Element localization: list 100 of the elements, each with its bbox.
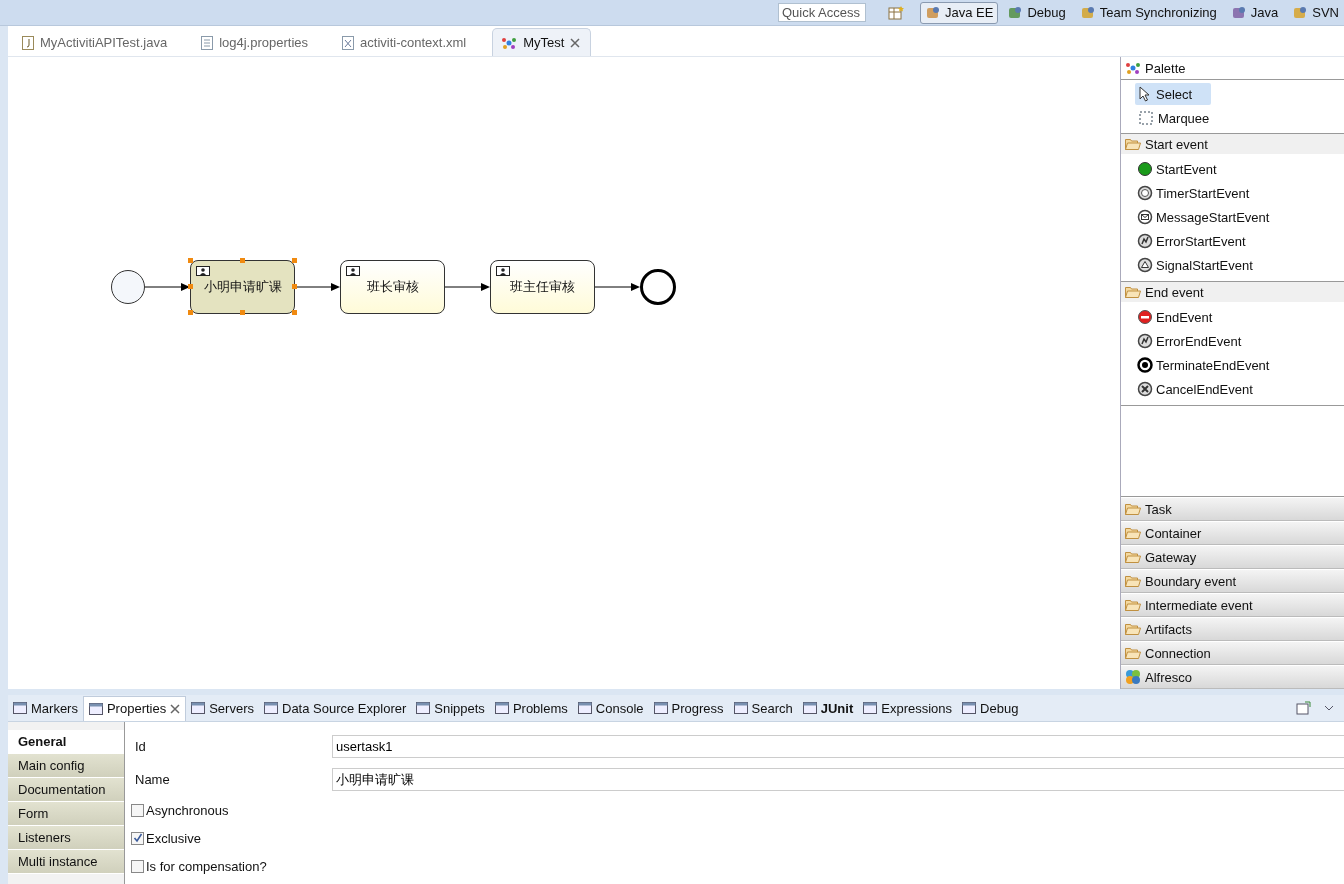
open-perspective-icon[interactable] (888, 4, 904, 21)
maximize-icon[interactable] (1296, 701, 1312, 715)
sequence-arrow (445, 282, 490, 292)
sequence-arrow (595, 282, 640, 292)
perspective-button[interactable]: Java EE (920, 1, 999, 24)
end-event-circle[interactable] (640, 269, 676, 305)
view-icon (191, 701, 206, 715)
view-tab[interactable]: Markers (8, 696, 83, 720)
perspective-button[interactable]: Java (1225, 1, 1284, 24)
palette-drawer[interactable]: Alfresco (1121, 665, 1344, 689)
properties-section-tab[interactable]: Main config (8, 754, 124, 778)
editor-tab[interactable]: activiti-context.xml (334, 29, 477, 56)
sequence-arrow (145, 282, 190, 292)
flower-icon (1125, 669, 1141, 685)
palette-tool[interactable]: Select (1135, 83, 1211, 105)
properties-section-tab[interactable]: Form (8, 802, 124, 826)
view-tab[interactable]: Debug (957, 696, 1024, 720)
close-icon[interactable] (170, 703, 181, 714)
text-field[interactable]: usertask1 (332, 735, 1344, 758)
palette-item[interactable]: EndEvent (1137, 305, 1344, 329)
view-icon (863, 701, 878, 715)
view-tab[interactable]: Console (572, 696, 649, 720)
task-label: 小明申请旷课 (203, 278, 282, 296)
checkbox[interactable] (131, 803, 144, 817)
text-field[interactable]: 小明申请旷课 (332, 768, 1344, 791)
dashed-rectangle-icon (1139, 111, 1153, 125)
editor-tab[interactable]: log4j.properties (193, 29, 319, 56)
selection-handle[interactable] (292, 284, 297, 289)
selection-handle[interactable] (240, 258, 245, 263)
palette-drawer[interactable]: Boundary event (1121, 569, 1344, 593)
palette-drawer[interactable]: Artifacts (1121, 617, 1344, 641)
view-icon (962, 701, 977, 715)
start-event-circle[interactable] (111, 270, 145, 304)
properties-section-tab[interactable]: General (8, 730, 124, 754)
folder-icon (1125, 623, 1141, 635)
view-tab[interactable]: Problems (489, 696, 573, 720)
no-entry-icon (1137, 309, 1153, 325)
view-tab[interactable]: Snippets (411, 696, 490, 720)
palette-drawer[interactable]: Container (1121, 521, 1344, 545)
perspective-icon (1230, 4, 1247, 21)
view-icon (733, 701, 748, 715)
selection-handle[interactable] (188, 258, 193, 263)
view-icon (577, 701, 592, 715)
quick-access-field[interactable]: Quick Access (778, 3, 866, 22)
palette-tool[interactable]: Marquee (1135, 107, 1211, 129)
view-icon (88, 701, 103, 716)
view-tab[interactable]: Search (728, 696, 798, 720)
selection-handle[interactable] (188, 310, 193, 315)
palette-item[interactable]: StartEvent (1137, 157, 1344, 181)
person-icon (496, 266, 510, 276)
folder-icon (1125, 503, 1141, 515)
user-task-node[interactable]: 班长审核 (340, 260, 445, 314)
properties-section-tab[interactable]: Documentation (8, 778, 124, 802)
selection-handle[interactable] (292, 258, 297, 263)
perspective-button[interactable]: Debug (1002, 1, 1071, 24)
triangle-circle-icon (1137, 257, 1153, 273)
view-tab[interactable]: Properties (82, 695, 187, 721)
field-label: Name (135, 772, 171, 787)
palette-item[interactable]: CancelEndEvent (1137, 377, 1344, 401)
palette-drawer[interactable]: Intermediate event (1121, 593, 1344, 617)
view-icon (494, 701, 509, 715)
palette-drawer[interactable]: Gateway (1121, 545, 1344, 569)
lightning-circle-icon (1137, 333, 1153, 349)
palette-item[interactable]: ErrorEndEvent (1137, 329, 1344, 353)
view-icon (653, 701, 668, 715)
perspective-button[interactable]: SVN (1287, 1, 1344, 24)
editor-tab[interactable]: MyTest (492, 28, 592, 56)
lightning-circle-icon (1137, 233, 1153, 249)
view-tab[interactable]: JUnit (797, 696, 859, 720)
user-task-node[interactable]: 小明申请旷课 (190, 260, 295, 314)
palette-item[interactable]: TimerStartEvent (1137, 181, 1344, 205)
view-tab[interactable]: Expressions (858, 696, 958, 720)
close-icon[interactable] (570, 37, 581, 48)
palette-item[interactable]: SignalStartEvent (1137, 253, 1344, 277)
palette-item[interactable]: ErrorStartEvent (1137, 229, 1344, 253)
palette-item[interactable]: TerminateEndEvent (1137, 353, 1344, 377)
dropdown-icon[interactable] (1324, 705, 1334, 711)
palette-drawer[interactable]: Start event (1121, 134, 1344, 154)
palette-drawer[interactable]: End event (1121, 282, 1344, 302)
view-tab[interactable]: Data Source Explorer (259, 696, 412, 720)
selection-handle[interactable] (188, 284, 193, 289)
perspective-button[interactable]: Team Synchronizing (1074, 1, 1222, 24)
editor-tab[interactable]: MyActivitiAPITest.java (14, 29, 178, 56)
palette-item[interactable]: MessageStartEvent (1137, 205, 1344, 229)
cross-circle-icon (1137, 381, 1153, 397)
checkbox[interactable] (131, 859, 144, 873)
palette-drawer[interactable]: Task (1121, 497, 1344, 521)
properties-section-tab[interactable]: Multi instance (8, 850, 124, 874)
envelope-icon (1137, 209, 1153, 225)
field-label: Id (135, 739, 147, 754)
view-tab[interactable]: Servers (186, 696, 259, 720)
user-task-node[interactable]: 班主任审核 (490, 260, 595, 314)
checkbox[interactable] (131, 831, 144, 845)
properties-section-tab[interactable]: Listeners (8, 826, 124, 850)
palette-drawer[interactable]: Connection (1121, 641, 1344, 665)
selection-handle[interactable] (292, 310, 297, 315)
selection-handle[interactable] (240, 310, 245, 315)
view-icon (13, 701, 27, 715)
view-tab[interactable]: Progress (648, 696, 729, 720)
folder-icon (1125, 286, 1141, 298)
